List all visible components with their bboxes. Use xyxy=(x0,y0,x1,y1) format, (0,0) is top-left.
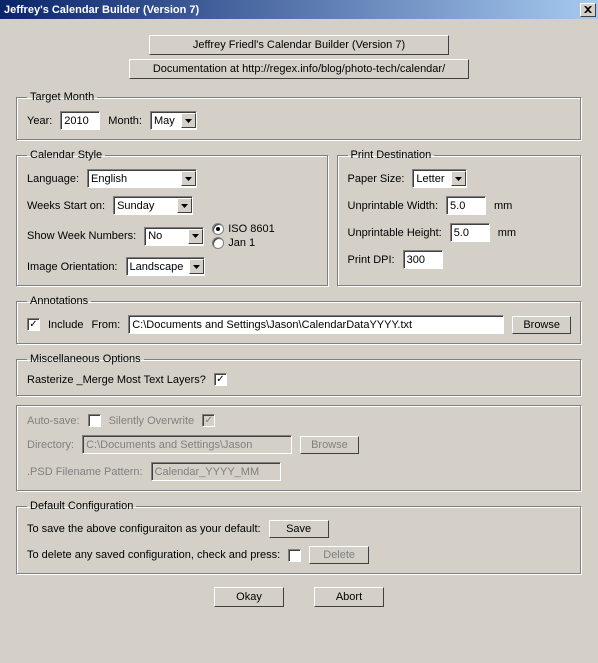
print-dpi-label: Print DPI: xyxy=(348,254,395,266)
chevron-down-icon xyxy=(177,198,192,213)
language-label: Language: xyxy=(27,173,79,185)
save-config-button[interactable]: Save xyxy=(269,520,329,538)
month-select[interactable]: May xyxy=(150,111,197,130)
month-label: Month: xyxy=(108,115,142,127)
delete-config-button: Delete xyxy=(309,546,369,564)
paper-size-select[interactable]: Letter xyxy=(412,169,466,188)
directory-label: Directory: xyxy=(27,439,74,451)
delete-config-text: To delete any saved configuration, check… xyxy=(27,549,280,561)
titlebar: Jeffrey's Calendar Builder (Version 7) xyxy=(0,0,598,19)
psd-pattern-label: .PSD Filename Pattern: xyxy=(27,466,143,478)
unprintable-width-label: Unprintable Width: xyxy=(348,200,439,212)
orientation-label: Image Orientation: xyxy=(27,261,118,273)
mm-label: mm xyxy=(498,227,516,239)
unprintable-height-input[interactable]: 5.0 xyxy=(450,223,490,242)
chevron-down-icon xyxy=(451,171,466,186)
close-icon xyxy=(584,6,592,13)
show-week-label: Show Week Numbers: xyxy=(27,230,136,242)
app-title-button[interactable]: Jeffrey Friedl's Calendar Builder (Versi… xyxy=(149,35,449,55)
chevron-down-icon xyxy=(181,113,196,128)
browse-annotations-button[interactable]: Browse xyxy=(512,316,571,334)
language-select[interactable]: English xyxy=(87,169,197,188)
calendar-style-group: Calendar Style Language: English Weeks S… xyxy=(16,149,329,287)
browse-directory-button: Browse xyxy=(300,436,359,454)
weeks-start-select[interactable]: Sunday xyxy=(113,196,193,215)
save-config-text: To save the above configuraiton as your … xyxy=(27,523,261,535)
rasterize-label: Rasterize _Merge Most Text Layers? xyxy=(27,374,206,386)
dialog-content: Jeffrey Friedl's Calendar Builder (Versi… xyxy=(0,19,598,623)
include-label: Include xyxy=(48,319,83,331)
close-button[interactable] xyxy=(580,3,596,17)
autosave-group: Auto-save: Silently Overwrite Directory:… xyxy=(16,405,582,492)
default-config-group: Default Configuration To save the above … xyxy=(16,500,582,575)
jan-1-label: Jan 1 xyxy=(228,237,255,249)
include-checkbox[interactable] xyxy=(27,318,40,331)
orientation-select[interactable]: Landscape xyxy=(126,257,206,276)
year-input[interactable]: 2010 xyxy=(60,111,100,130)
weeks-start-label: Weeks Start on: xyxy=(27,200,105,212)
chevron-down-icon xyxy=(188,229,203,244)
psd-pattern-input: Calendar_YYYY_MM xyxy=(151,462,281,481)
year-label: Year: xyxy=(27,115,52,127)
unprintable-height-label: Unprintable Height: xyxy=(348,227,442,239)
header-buttons: Jeffrey Friedl's Calendar Builder (Versi… xyxy=(16,35,582,79)
annotations-path-input[interactable]: C:\Documents and Settings\Jason\Calendar… xyxy=(128,315,504,334)
chevron-down-icon xyxy=(189,259,204,274)
mm-label: mm xyxy=(494,200,512,212)
directory-input: C:\Documents and Settings\Jason xyxy=(82,435,292,454)
print-destination-legend: Print Destination xyxy=(348,149,435,161)
annotations-legend: Annotations xyxy=(27,295,91,307)
abort-button[interactable]: Abort xyxy=(314,587,384,607)
autosave-label: Auto-save: xyxy=(27,415,80,427)
print-destination-group: Print Destination Paper Size: Letter Unp… xyxy=(337,149,582,287)
unprintable-width-input[interactable]: 5.0 xyxy=(446,196,486,215)
show-week-select[interactable]: No xyxy=(144,227,204,246)
print-dpi-input[interactable]: 300 xyxy=(403,250,443,269)
okay-button[interactable]: Okay xyxy=(214,587,284,607)
autosave-checkbox[interactable] xyxy=(88,414,101,427)
delete-config-checkbox[interactable] xyxy=(288,549,301,562)
window-title: Jeffrey's Calendar Builder (Version 7) xyxy=(4,4,199,16)
misc-options-group: Miscellaneous Options Rasterize _Merge M… xyxy=(16,353,582,397)
paper-size-label: Paper Size: xyxy=(348,173,405,185)
calendar-style-legend: Calendar Style xyxy=(27,149,105,161)
jan-1-radio[interactable] xyxy=(212,237,224,249)
target-month-group: Target Month Year: 2010 Month: May xyxy=(16,91,582,141)
iso-8601-label: ISO 8601 xyxy=(228,223,274,235)
silently-overwrite-checkbox[interactable] xyxy=(202,414,215,427)
silently-overwrite-label: Silently Overwrite xyxy=(109,415,195,427)
iso-8601-radio[interactable] xyxy=(212,223,224,235)
target-month-legend: Target Month xyxy=(27,91,97,103)
annotations-group: Annotations Include From: C:\Documents a… xyxy=(16,295,582,345)
documentation-button[interactable]: Documentation at http://regex.info/blog/… xyxy=(129,59,469,79)
footer-buttons: Okay Abort xyxy=(16,587,582,607)
chevron-down-icon xyxy=(181,171,196,186)
rasterize-checkbox[interactable] xyxy=(214,373,227,386)
from-label: From: xyxy=(91,319,120,331)
default-config-legend: Default Configuration xyxy=(27,500,136,512)
misc-options-legend: Miscellaneous Options xyxy=(27,353,144,365)
